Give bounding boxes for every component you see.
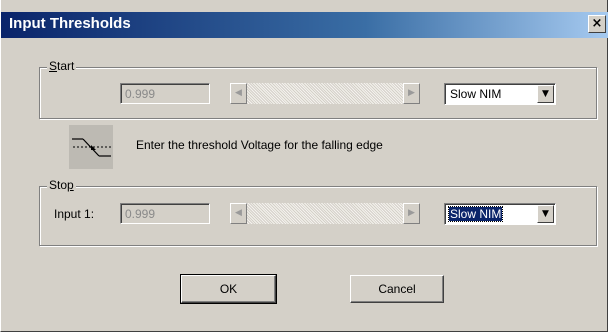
stop-threshold-field[interactable]: 0.999 <box>120 203 210 224</box>
start-mnemonic: S <box>49 59 58 73</box>
window-title: Input Thresholds <box>9 15 131 32</box>
title-bar[interactable]: Input Thresholds × <box>1 12 608 38</box>
stop-standard-select[interactable]: Slow NIM ▼ <box>444 203 556 225</box>
start-threshold-field[interactable]: 0.999 <box>120 83 210 104</box>
start-slider-left-arrow[interactable]: ◀ <box>230 83 247 104</box>
close-button[interactable]: × <box>588 15 606 33</box>
start-group-legend: Start <box>47 59 77 73</box>
input-1-label: Input 1: <box>54 207 95 221</box>
stop-group: Stop Input 1: 0.999 ◀ ▶ Slow NIM ▼ <box>39 178 597 246</box>
ok-button[interactable]: OK <box>180 274 277 304</box>
stop-slider-left-arrow[interactable]: ◀ <box>230 203 247 224</box>
stop-standard-value: Slow NIM <box>447 206 504 222</box>
start-standard-value: Slow NIM <box>450 87 502 101</box>
start-threshold-slider[interactable]: ◀ ▶ <box>230 83 420 104</box>
stop-mnemonic: p <box>67 178 74 192</box>
start-standard-select[interactable]: Slow NIM ▼ <box>444 83 556 105</box>
cancel-button[interactable]: Cancel <box>350 275 444 303</box>
stop-group-legend: Stop <box>47 178 76 192</box>
stop-threshold-slider[interactable]: ◀ ▶ <box>230 203 420 224</box>
start-legend-rest: tart <box>57 59 75 73</box>
chevron-down-icon[interactable]: ▼ <box>537 205 554 223</box>
stop-legend-prefix: Sto <box>49 178 68 192</box>
stop-slider-right-arrow[interactable]: ▶ <box>403 203 420 224</box>
start-slider-right-arrow[interactable]: ▶ <box>403 83 420 104</box>
falling-edge-threshold-icon <box>69 125 113 169</box>
input-thresholds-dialog: Input Thresholds × Start 0.999 ◀ ▶ Slow … <box>0 0 608 332</box>
start-group: Start 0.999 ◀ ▶ Slow NIM ▼ <box>39 59 597 119</box>
threshold-hint-text: Enter the threshold Voltage for the fall… <box>136 138 383 152</box>
chevron-down-icon[interactable]: ▼ <box>537 85 554 103</box>
